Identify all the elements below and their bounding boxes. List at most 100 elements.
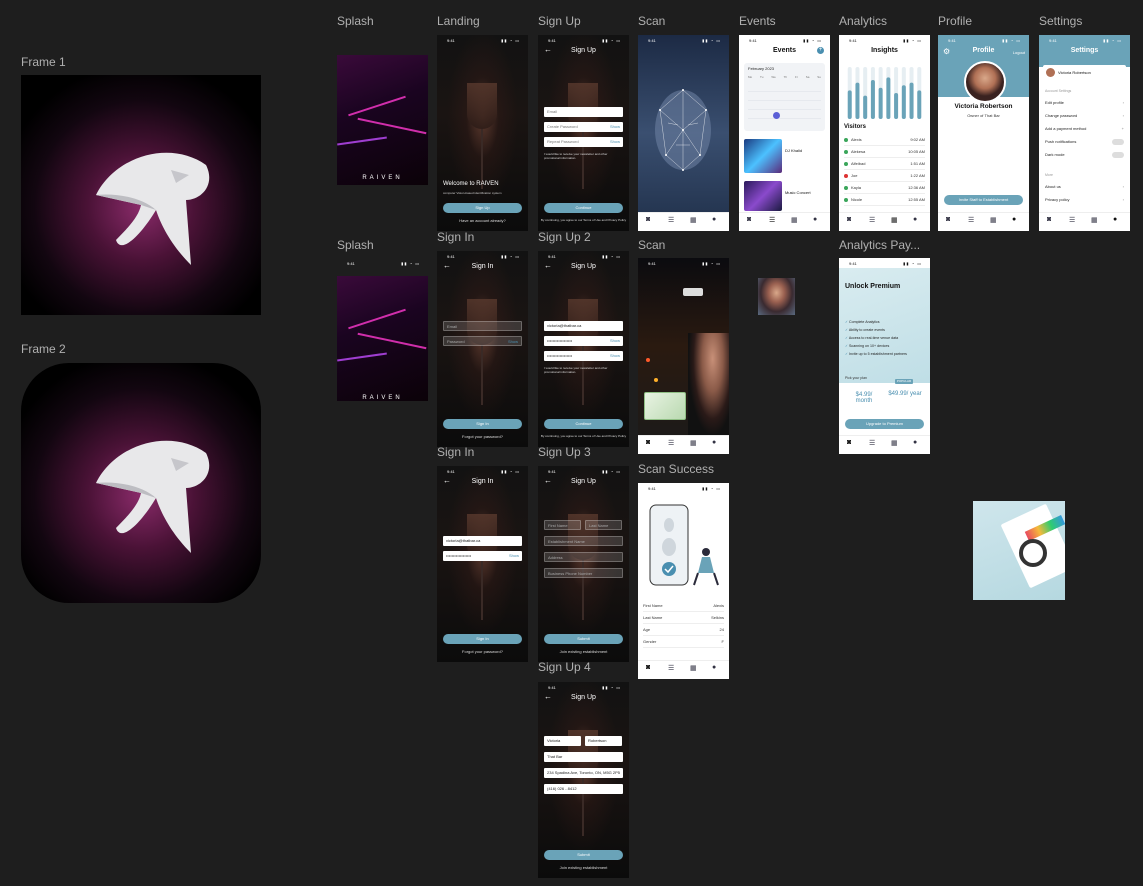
landing-screen[interactable]: 9:41 ▮▮ ◔ ▭ Welcome to RAIVEN computer Vi… xyxy=(437,35,528,231)
last-name-field[interactable]: Last Name xyxy=(585,520,622,530)
signin-button[interactable]: Sign In xyxy=(443,634,522,644)
list-tab-icon[interactable]: ☰ xyxy=(668,216,674,224)
push-toggle[interactable] xyxy=(1112,139,1124,145)
address-field[interactable]: Address xyxy=(544,552,623,562)
email-field[interactable]: Email xyxy=(544,107,623,117)
signup3-screen[interactable]: 9:41 ▮▮ ◔ ▭ ← Sign Up First Name Last Nam… xyxy=(538,466,629,662)
settings-screen[interactable]: 9:41 ▮▮ ◔ ▭ Settings Victoria Robertson A… xyxy=(1039,35,1130,231)
visitor-row[interactable]: Joe 1:22 AM xyxy=(844,171,925,182)
user-card[interactable]: Victoria Robertson xyxy=(1043,65,1126,81)
continue-button[interactable]: Continue xyxy=(544,419,623,429)
splash-screen[interactable]: RAIVEN xyxy=(337,35,428,231)
list-tab-icon[interactable]: ☰ xyxy=(869,439,875,447)
profile-tab-icon[interactable]: ● xyxy=(1113,216,1117,223)
chart-tab-icon[interactable]: ▦ xyxy=(1091,216,1098,224)
push-notifications-row[interactable]: Push notifications xyxy=(1045,136,1124,148)
join-establishment-link[interactable]: Join existing establishment xyxy=(538,649,629,654)
list-tab-icon[interactable]: ☰ xyxy=(769,216,775,224)
list-tab-icon[interactable]: ☰ xyxy=(668,439,674,447)
add-event-icon[interactable]: + xyxy=(817,47,824,54)
chart-tab-icon[interactable]: ▦ xyxy=(690,216,697,224)
profile-tab-icon[interactable]: ● xyxy=(712,216,716,223)
repeat-password-field[interactable]: Repeat Password Show xyxy=(544,137,623,147)
change-password-row[interactable]: Change password › xyxy=(1045,110,1124,122)
event-card-2[interactable] xyxy=(744,181,782,211)
list-tab-icon[interactable]: ☰ xyxy=(668,664,674,672)
profile-tab-icon[interactable]: ● xyxy=(712,664,716,671)
consent-checkbox[interactable]: I would like to receive your newsletter … xyxy=(544,152,623,160)
camera-tab-icon[interactable]: ◙ xyxy=(646,439,650,446)
signin-filled-screen[interactable]: 9:41 ▮▮ ◔ ▭ ← Sign In victoria@thatbar.ca… xyxy=(437,466,528,662)
join-establishment-link[interactable]: Join existing establishment xyxy=(538,865,629,870)
analytics-screen[interactable]: 9:41 ▮▮ ◔ ▭ Insights Visitors Alexis 9:02 … xyxy=(839,35,930,231)
establishment-field[interactable]: That Bar xyxy=(544,752,623,762)
invite-staff-button[interactable]: Invite Staff to Establishment xyxy=(944,195,1023,205)
app-icon-square[interactable] xyxy=(21,75,261,315)
signup4-screen[interactable]: 9:41 ▮▮ ◔ ▭ ← Sign Up Victoria Robertson … xyxy=(538,682,629,878)
chart-tab-icon[interactable]: ▦ xyxy=(990,216,997,224)
profile-tab-icon[interactable]: ● xyxy=(913,439,917,446)
list-tab-icon[interactable]: ☰ xyxy=(968,216,974,224)
logout-link[interactable]: Logout xyxy=(1013,50,1025,55)
selected-day[interactable] xyxy=(773,112,780,119)
visitor-row[interactable]: Kayla 12:36 AM xyxy=(844,183,925,194)
chart-tab-icon[interactable]: ▦ xyxy=(690,664,697,672)
password-field[interactable]: Password Show xyxy=(443,336,522,346)
have-account-link[interactable]: Have an account already? xyxy=(437,218,528,223)
password-field[interactable]: •••••••••••••••••• Show xyxy=(544,336,623,346)
email-field[interactable]: victoria@thatbar.ca xyxy=(544,321,623,331)
submit-button[interactable]: Submit xyxy=(544,850,623,860)
camera-tab-icon[interactable]: ◙ xyxy=(646,664,650,671)
signin-button[interactable]: Sign In xyxy=(443,419,522,429)
edit-profile-row[interactable]: Edit profile › xyxy=(1045,97,1124,109)
chart-tab-icon[interactable]: ▦ xyxy=(891,439,898,447)
dark-mode-row[interactable]: Dark mode xyxy=(1045,149,1124,161)
signup-screen[interactable]: 9:41 ▮▮ ◔ ▭ ← Sign Up Email Create Passwo… xyxy=(538,35,629,231)
camera-tab-icon[interactable]: ◙ xyxy=(946,216,950,223)
repeat-password-field[interactable]: •••••••••••••••••• Show xyxy=(544,351,623,361)
email-field[interactable]: victoria@thatbar.ca xyxy=(443,536,522,546)
password-field[interactable]: •••••••••••••••••• Show xyxy=(443,551,522,561)
events-screen[interactable]: 9:41 ▮▮ ◔ ▭ Events + February 2023 Mo Tu We… xyxy=(739,35,830,231)
visitor-row[interactable]: Alfeibad 1:51 AM xyxy=(844,159,925,170)
signup-button[interactable]: Sign Up xyxy=(443,203,522,213)
about-row[interactable]: About us › xyxy=(1045,181,1124,193)
address-field[interactable]: 234 Spadina Ave, Toronto, ON, M5G 2P5 xyxy=(544,768,623,778)
visitor-row[interactable]: Nicole 12:55 AM xyxy=(844,195,925,206)
establishment-field[interactable]: Establishment Name xyxy=(544,536,623,546)
scan-success-screen[interactable]: 9:41 ▮▮ ◔ ▭ First Name Alexis Last Name Selk… xyxy=(638,483,729,679)
last-name-field[interactable]: Robertson xyxy=(585,736,622,746)
profile-tab-icon[interactable]: ● xyxy=(913,216,917,223)
splash-screen-2[interactable]: 9:41 ▮▮ ◔ ▭ RAIVEN xyxy=(337,258,428,454)
phone-field[interactable]: (416) 026 - 8412 xyxy=(544,784,623,794)
profile-tab-icon[interactable]: ● xyxy=(1012,216,1016,223)
list-tab-icon[interactable]: ☰ xyxy=(869,216,875,224)
camera-tab-icon[interactable]: ◙ xyxy=(747,216,751,223)
chart-tab-icon[interactable]: ▦ xyxy=(690,439,697,447)
submit-button[interactable]: Submit xyxy=(544,634,623,644)
camera-tab-icon[interactable]: ◙ xyxy=(646,216,650,223)
visitor-row[interactable]: Alekesa 10:05 AM xyxy=(844,147,925,158)
privacy-row[interactable]: Privacy policy › xyxy=(1045,194,1124,206)
forgot-password-link[interactable]: Forgot your password? xyxy=(437,649,528,654)
analytics-payment-screen[interactable]: 9:41 ▮▮ ◔ ▭ Unlock Premium ✓ Complete Ana… xyxy=(839,258,930,454)
profile-tab-icon[interactable]: ● xyxy=(712,439,716,446)
app-icon-rounded[interactable] xyxy=(21,363,261,603)
scan-id-screen[interactable]: 9:41 ▮▮ ◔ ▭ ◙ ☰ ▦ ● xyxy=(638,258,729,454)
consent-checkbox[interactable]: I would like to receive your newsletter … xyxy=(544,366,623,374)
phone-field[interactable]: Business Phone Number xyxy=(544,568,623,578)
chart-tab-icon[interactable]: ▦ xyxy=(891,216,898,224)
signup2-screen[interactable]: 9:41 ▮▮ ◔ ▭ ← Sign Up victoria@thatbar.ca… xyxy=(538,251,629,447)
forgot-password-link[interactable]: Forgot your password? xyxy=(437,434,528,439)
profile-tab-icon[interactable]: ● xyxy=(813,216,817,223)
email-field[interactable]: Email xyxy=(443,321,522,331)
dark-mode-toggle[interactable] xyxy=(1112,152,1124,158)
list-tab-icon[interactable]: ☰ xyxy=(1069,216,1075,224)
scan-face-screen[interactable]: 9:41 ▮▮ ◔ ▭ ◙ ☰ ▦ ● xyxy=(638,35,729,231)
visitor-row[interactable]: Alexis 9:02 AM xyxy=(844,135,925,146)
continue-button[interactable]: Continue xyxy=(544,203,623,213)
profile-screen[interactable]: 9:41 ▮▮ ◔ ▭ ⚙ Profile Logout Victoria Rob… xyxy=(938,35,1029,231)
upgrade-button[interactable]: Upgrade to Premium xyxy=(845,419,924,429)
camera-tab-icon[interactable]: ◙ xyxy=(847,216,851,223)
yearly-plan[interactable]: $49.99/ year xyxy=(887,391,923,397)
